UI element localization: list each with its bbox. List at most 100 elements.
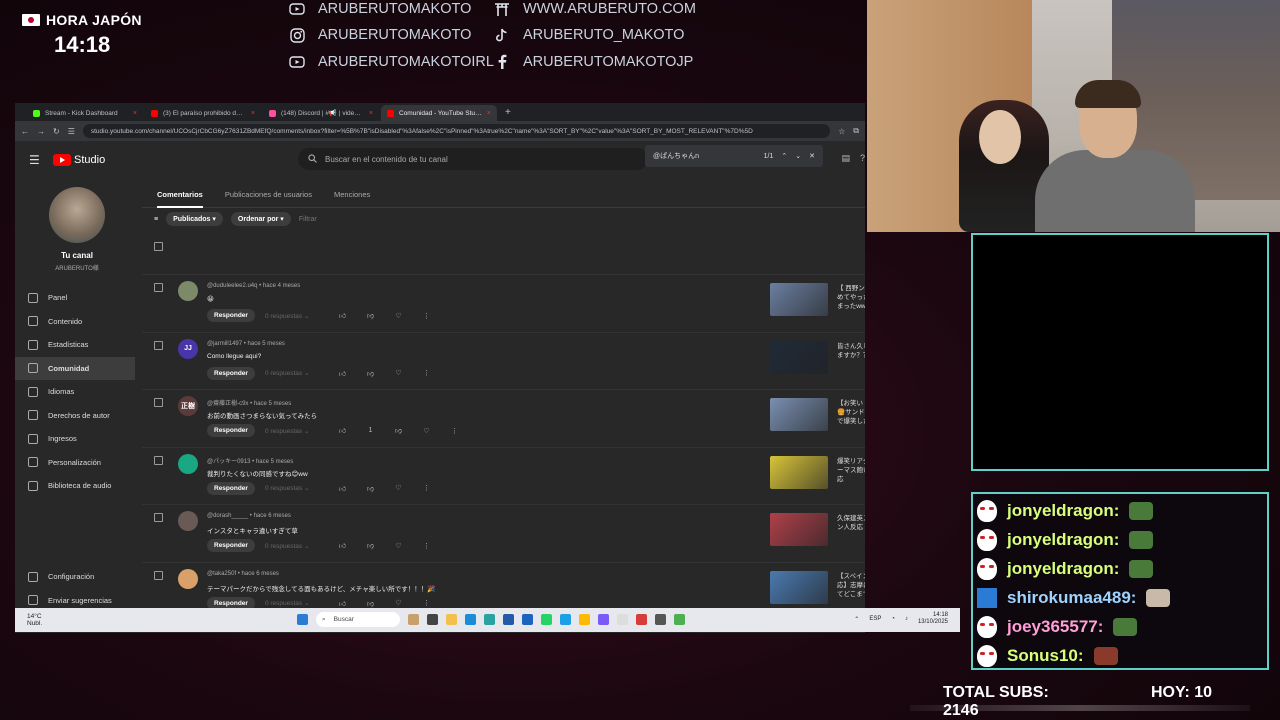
- reply-button[interactable]: Responder: [207, 309, 255, 322]
- browser-tab-youtube-video[interactable]: (3) El paraíso prohibido de las ×: [145, 105, 261, 121]
- replies-count[interactable]: 0 respuestas ⌄: [265, 542, 309, 550]
- dislike-icon[interactable]: 👎︎: [361, 311, 379, 320]
- more-options-icon[interactable]: ⋮: [417, 369, 435, 377]
- comment-author[interactable]: @パッキー0913: [207, 459, 250, 465]
- reload-icon[interactable]: ↻: [53, 127, 60, 136]
- tab-mentions[interactable]: Menciones: [334, 190, 370, 207]
- chrome-icon[interactable]: [484, 614, 495, 625]
- language-indicator[interactable]: ESP: [869, 616, 881, 622]
- volume-icon[interactable]: ♪: [905, 616, 908, 622]
- chat-username[interactable]: joey365577:: [1007, 617, 1103, 637]
- new-tab-button[interactable]: +: [499, 105, 517, 121]
- taskbar-search[interactable]: ⌕ Buscar: [316, 612, 400, 627]
- like-icon[interactable]: 👍︎: [333, 484, 351, 493]
- forward-icon[interactable]: →: [37, 127, 45, 136]
- menu-icon[interactable]: ☰: [29, 153, 49, 167]
- replies-count[interactable]: 0 respuestas ⌄: [265, 599, 309, 607]
- task-view-icon[interactable]: [427, 614, 438, 625]
- whatsapp-icon[interactable]: [541, 614, 552, 625]
- heart-icon[interactable]: ♡: [417, 427, 435, 435]
- photos-icon[interactable]: [579, 614, 590, 625]
- like-icon[interactable]: 👍︎: [333, 311, 351, 320]
- comment-author[interactable]: @jarmill1497: [207, 341, 242, 347]
- comment-checkbox[interactable]: [154, 513, 163, 522]
- sidebar-item-panel[interactable]: Panel: [15, 286, 139, 310]
- sort-by-chip[interactable]: Ordenar por ▾: [230, 212, 291, 226]
- heart-icon[interactable]: ♡: [389, 599, 407, 607]
- taskbar-clock[interactable]: 14:18 13/10/2025: [918, 612, 948, 626]
- comment-author[interactable]: @duduleelee2.u4q: [207, 283, 257, 289]
- weather-widget[interactable]: 14°C Nubl.: [27, 613, 42, 627]
- like-icon[interactable]: 👍︎: [333, 599, 351, 608]
- sidebar-item-audio-library[interactable]: Biblioteca de audio: [15, 474, 139, 498]
- video-thumbnail[interactable]: [770, 513, 828, 546]
- commenter-avatar[interactable]: [178, 281, 198, 301]
- comment-checkbox[interactable]: [154, 455, 163, 465]
- video-title[interactable]: 【 西野ン会議 】外国人が初めてやったら… 信じ込んでしまったwww: [837, 284, 865, 311]
- back-icon[interactable]: ←: [21, 127, 29, 136]
- sidebar-item-copyright[interactable]: Derechos de autor: [15, 404, 139, 428]
- dislike-icon[interactable]: 👎︎: [361, 484, 379, 493]
- comment-author[interactable]: @taka250f: [207, 571, 236, 577]
- replies-count[interactable]: 0 respuestas ⌄: [265, 312, 309, 320]
- sidebar-item-content[interactable]: Contenido: [15, 310, 139, 334]
- sidebar-item-analytics[interactable]: Estadísticas: [15, 333, 139, 357]
- like-icon[interactable]: 👍︎: [333, 541, 351, 550]
- dislike-icon[interactable]: 👎︎: [389, 426, 407, 435]
- more-options-icon[interactable]: ⋮: [417, 484, 435, 492]
- replies-count[interactable]: 0 respuestas ⌄: [265, 484, 309, 492]
- widgets-icon[interactable]: [408, 614, 419, 625]
- find-close-icon[interactable]: ✕: [809, 152, 815, 160]
- notepad-icon[interactable]: [617, 614, 628, 625]
- comment-checkbox[interactable]: [154, 340, 163, 350]
- media-icon[interactable]: [655, 614, 666, 625]
- comment-checkbox[interactable]: [154, 283, 163, 292]
- more-options-icon[interactable]: ⋮: [417, 312, 435, 320]
- video-thumbnail[interactable]: [770, 570, 828, 604]
- url-field[interactable]: studio.youtube.com/channel/UCOsCjrCbCG6y…: [82, 124, 831, 138]
- sidebar-item-earn[interactable]: Ingresos: [15, 427, 139, 451]
- heart-icon[interactable]: ♡: [389, 312, 407, 320]
- studio-logo[interactable]: Studio: [53, 154, 105, 166]
- tab-user-posts[interactable]: Publicaciones de usuarios: [225, 190, 312, 207]
- browser-icon[interactable]: [560, 614, 571, 625]
- wifi-icon[interactable]: ◔: [891, 616, 895, 622]
- reply-button[interactable]: Responder: [207, 366, 255, 380]
- chat-username[interactable]: jonyeldragon:: [1007, 530, 1119, 550]
- like-icon[interactable]: 👍︎: [333, 426, 351, 435]
- channel-avatar[interactable]: [49, 187, 105, 243]
- site-info-icon[interactable]: ☰: [68, 127, 75, 136]
- like-icon[interactable]: 👍︎: [333, 369, 351, 378]
- help-icon[interactable]: ?: [860, 153, 865, 164]
- file-explorer-icon[interactable]: [446, 614, 457, 625]
- published-filter-chip[interactable]: Publicados ▾: [166, 212, 223, 226]
- comment-checkbox[interactable]: [154, 570, 163, 580]
- reply-button[interactable]: Responder: [207, 539, 255, 552]
- filter-icon[interactable]: ≡: [154, 216, 158, 223]
- video-title[interactable]: 【スペイン村ｘスペイン人反応】志摩にあるスペイン村ってどこまでスペインっぽ...: [837, 572, 865, 599]
- subtitles-icon[interactable]: ▤: [841, 153, 850, 164]
- heart-icon[interactable]: ♡: [389, 484, 407, 492]
- comment-author[interactable]: @dorash_____: [207, 513, 248, 519]
- comment-checkbox[interactable]: [154, 398, 163, 407]
- chat-username[interactable]: shirokumaa489:: [1007, 588, 1136, 608]
- commenter-avatar[interactable]: [178, 568, 198, 589]
- video-thumbnail[interactable]: [770, 398, 828, 431]
- obs-icon[interactable]: [636, 614, 647, 625]
- edge-icon[interactable]: [465, 614, 476, 625]
- commenter-avatar[interactable]: [178, 453, 198, 474]
- reply-button[interactable]: Responder: [207, 481, 255, 495]
- find-next-icon[interactable]: ⌄: [795, 152, 801, 160]
- browser-tab-kick[interactable]: Stream - Kick Dashboard ×: [27, 105, 143, 121]
- close-tab-icon[interactable]: ×: [487, 110, 491, 117]
- browser-tab-studio[interactable]: Comunidad - YouTube Studio ×: [381, 105, 497, 121]
- chat-username[interactable]: jonyeldragon:: [1007, 559, 1119, 579]
- close-tab-icon[interactable]: ×: [133, 110, 137, 117]
- app-icon[interactable]: [598, 614, 609, 625]
- comment-author[interactable]: @齋藤正樹-c9x: [207, 401, 248, 407]
- replies-count[interactable]: 0 respuestas ⌄: [265, 369, 309, 377]
- tab-comments[interactable]: Comentarios: [157, 190, 203, 208]
- tray-overflow-icon[interactable]: ⌃: [854, 616, 859, 623]
- replies-count[interactable]: 0 respuestas ⌄: [265, 427, 309, 435]
- windows-start-icon[interactable]: [297, 614, 308, 625]
